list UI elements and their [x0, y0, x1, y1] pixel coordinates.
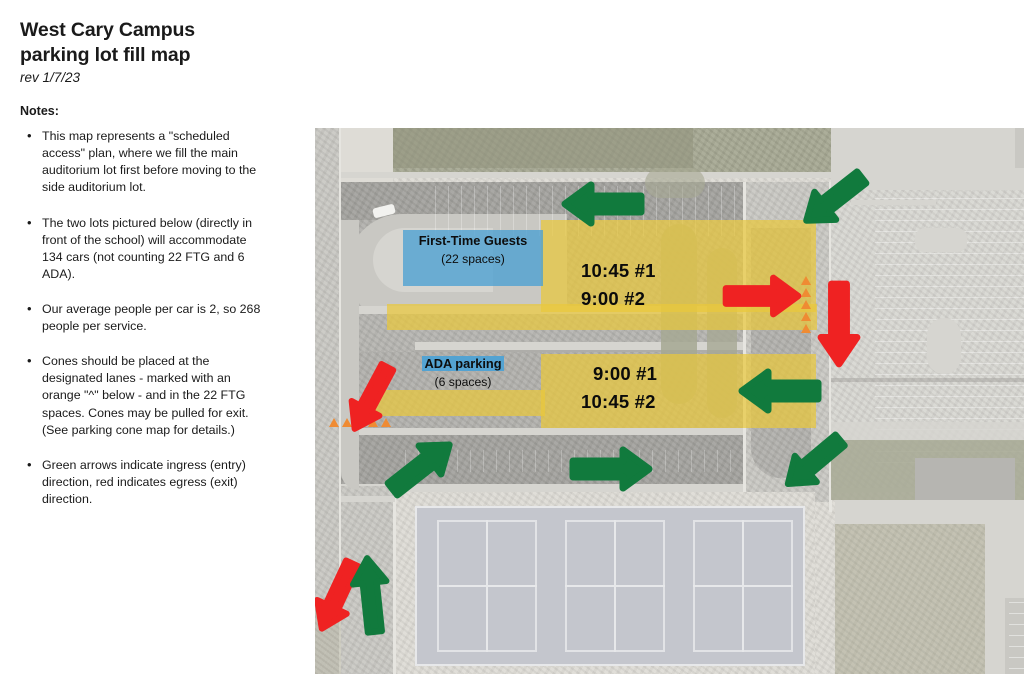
first-time-guests-capacity: (22 spaces): [441, 251, 505, 266]
cone-marker-icon: [381, 418, 391, 427]
note-item: Cones should be placed at the designated…: [20, 352, 263, 439]
map-north-walk: [315, 172, 875, 178]
map-northeast-shrub: [645, 168, 705, 198]
ingress-arrow-top-west: [561, 181, 645, 227]
cone-marker-icon: [801, 276, 811, 285]
ada-parking-label: ADA parking (6 spaces): [383, 355, 543, 389]
page-title-line1: West Cary Campus: [20, 19, 195, 41]
side-lot-time-line1: 9:00 #1: [593, 363, 658, 384]
note-item: The two lots pictured below (directly in…: [20, 214, 263, 283]
cone-marker-icon: [801, 288, 811, 297]
map-southwest-crosswalk: [341, 496, 395, 502]
map-northeast-lot: [1015, 128, 1024, 168]
side-lot-front-row-highlight: [373, 390, 545, 416]
notes-panel: West Cary Campus parking lot fill map re…: [0, 0, 275, 688]
revision-label: rev 1/7/23: [20, 69, 81, 85]
map-court-edge-w: [415, 506, 417, 666]
map-west-curb-lane: [341, 220, 359, 490]
page-title-line2: parking lot fill map: [20, 43, 191, 66]
map-north-treeline: [393, 128, 693, 168]
map-court-edge-s: [415, 664, 805, 666]
map-imagery: First-Time Guests (22 spaces) ADA parkin…: [315, 128, 1024, 674]
map-tennis-center-2: [614, 520, 616, 652]
notes-list: This map represents a "scheduled access"…: [20, 127, 263, 508]
map-southeast-structure-lines: [1009, 602, 1024, 672]
ingress-arrow-side-lot: [738, 368, 822, 414]
main-lane-cone-markers: [801, 276, 811, 333]
map-court-edge-e: [803, 506, 805, 666]
ingress-arrow-south-drive-center: [569, 446, 653, 492]
map-tennis-center-3: [742, 520, 744, 652]
egress-arrow-main-lot: [722, 274, 802, 318]
first-time-guests-name: First-Time Guests: [418, 233, 528, 248]
note-item: Our average people per car is 2, so 268 …: [20, 300, 263, 335]
cone-marker-icon: [801, 324, 811, 333]
map-east-lot-island-1: [915, 228, 967, 252]
page-root: West Cary Campus parking lot fill map re…: [0, 0, 1024, 688]
first-time-guests-label: First-Time Guests (22 spaces): [393, 232, 553, 266]
note-item: This map represents a "scheduled access"…: [20, 127, 263, 196]
map-tennis-center-1: [486, 520, 488, 652]
cone-marker-icon: [801, 300, 811, 309]
ada-parking-capacity: (6 spaces): [434, 374, 492, 389]
egress-arrow-east-drive: [817, 280, 861, 368]
aerial-parking-map: First-Time Guests (22 spaces) ADA parkin…: [315, 128, 1024, 674]
note-item: Green arrows indicate ingress (entry) di…: [20, 456, 263, 508]
map-southwest-drive-edge: [393, 486, 396, 674]
notes-heading: Notes:: [20, 104, 59, 119]
map-east-walk: [831, 422, 1024, 440]
ada-parking-name: ADA parking: [422, 356, 504, 372]
map-southeast-grass: [835, 524, 985, 674]
side-lot-time-line2: 10:45 #2: [581, 391, 656, 412]
page-title: West Cary Campus parking lot fill map: [20, 18, 263, 68]
map-court-edge-n: [415, 506, 805, 508]
map-east-lot-divider: [831, 378, 1024, 382]
main-lot-time-line2: 9:00 #2: [581, 288, 646, 309]
cone-marker-icon: [801, 312, 811, 321]
main-lot-time-line1: 10:45 #1: [581, 260, 656, 281]
ingress-arrow-southwest: [347, 555, 395, 636]
map-east-lot-island-2: [927, 318, 961, 374]
